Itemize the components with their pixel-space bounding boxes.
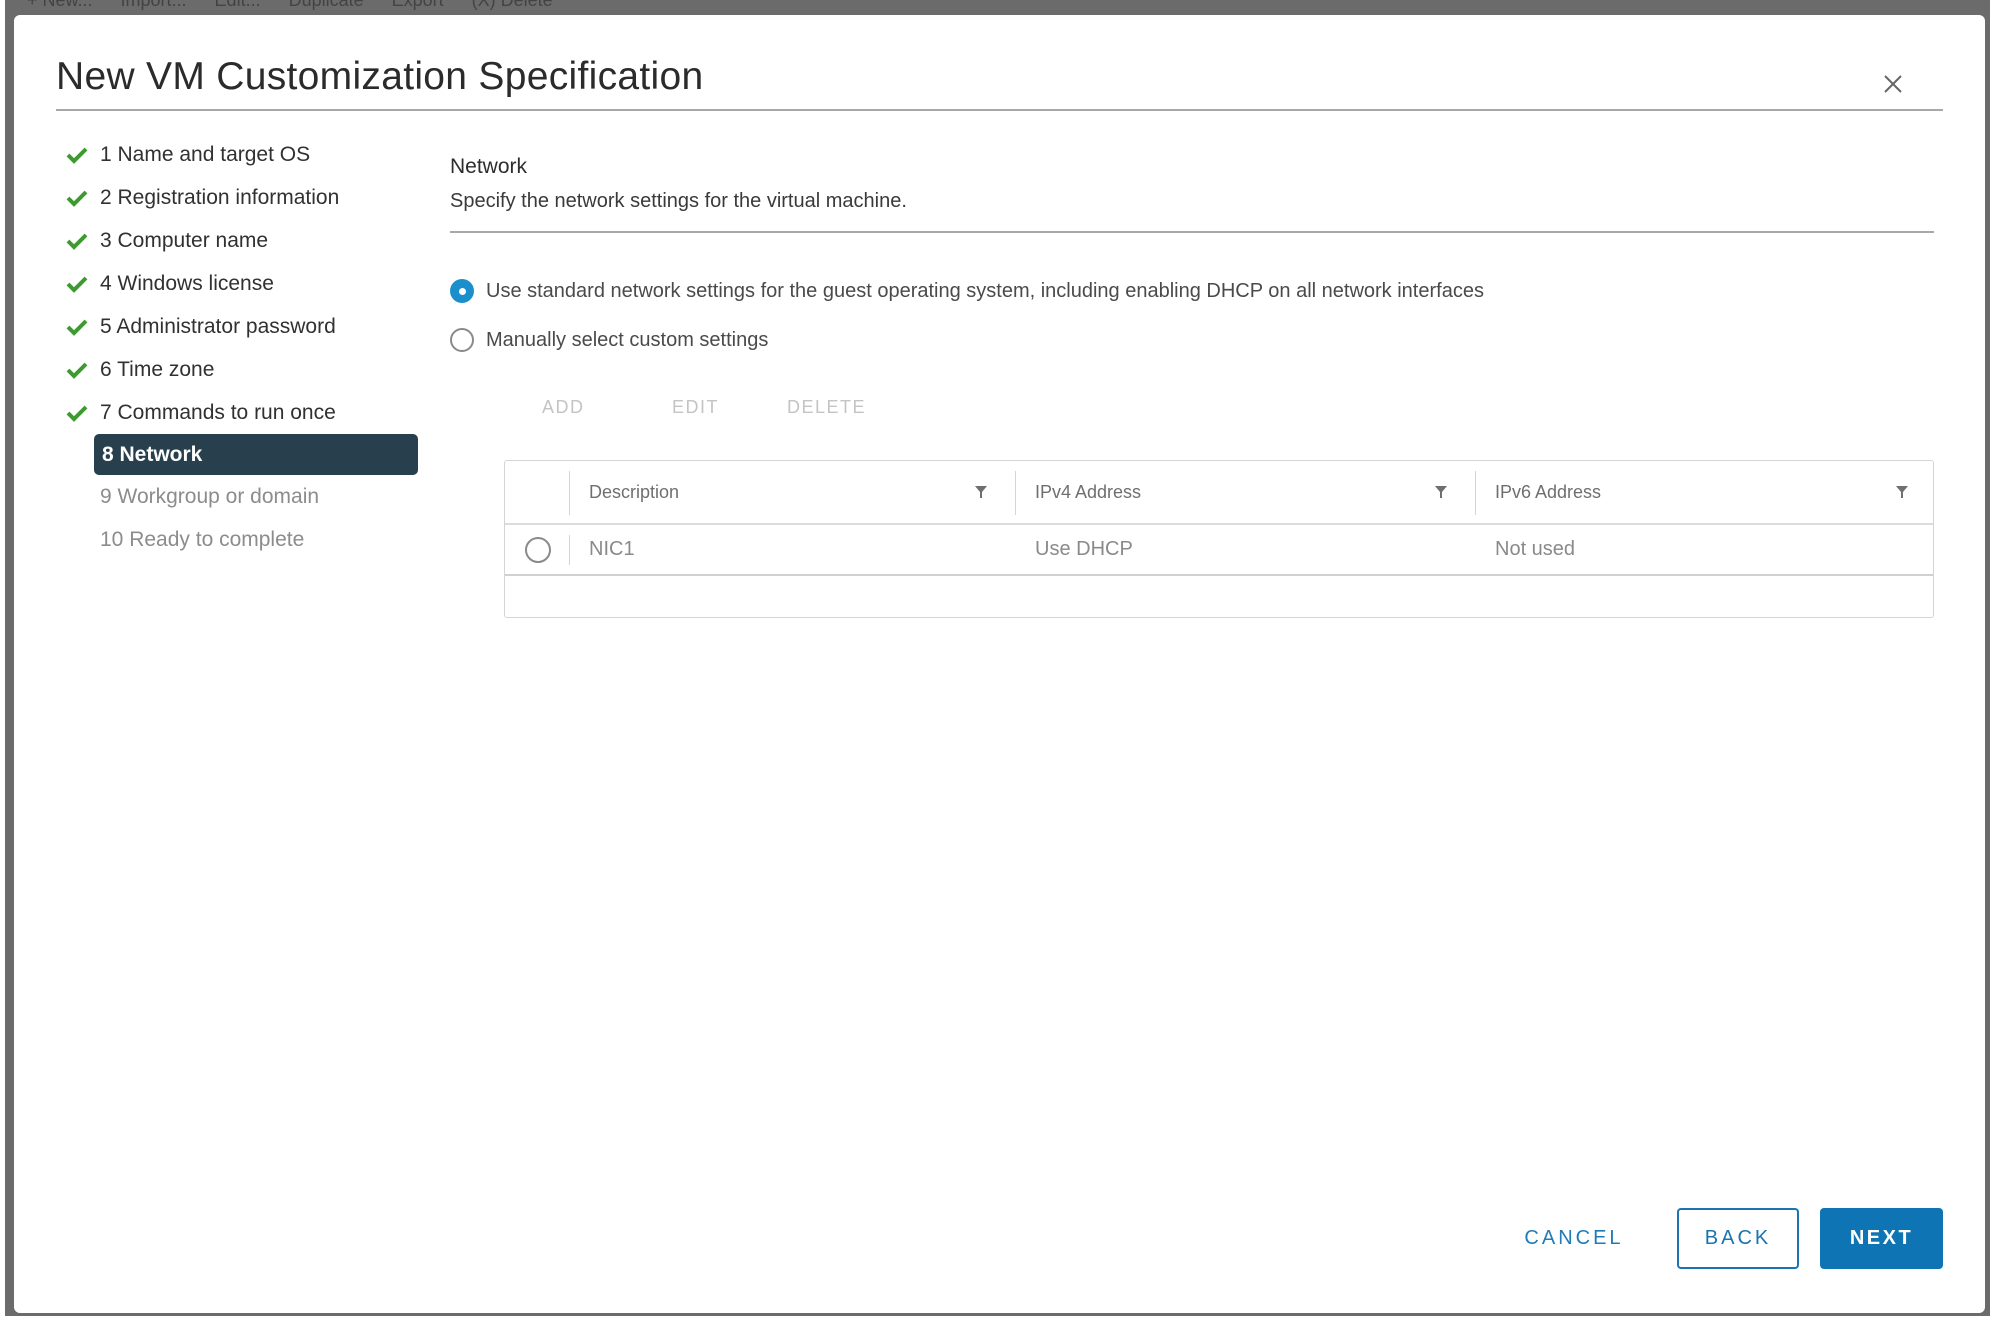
check-icon [66,189,100,207]
close-icon [1884,75,1902,93]
cell-description: NIC1 [589,538,635,560]
row-select[interactable] [525,525,565,574]
filter-icon[interactable] [974,485,988,499]
step-workgroup-or-domain: 9 Workgroup or domain [66,475,426,518]
wizard-steps: 1 Name and target OS 2 Registration info… [66,133,426,561]
step-time-zone[interactable]: 6 Time zone [66,348,426,391]
cell-ipv6: Not used [1495,538,1576,560]
grid-header: Description IPv4 Address IPv6 Address [505,461,1933,525]
page-title: Network [450,155,528,178]
background-toolbar: + New... Import... Edit... Duplicate Exp… [27,0,553,12]
radio-selected[interactable] [450,279,474,303]
step-label: 3 Computer name [100,228,269,252]
step-windows-license[interactable]: 4 Windows license [66,262,426,305]
dialog-title: New VM Customization Specification [56,55,704,98]
step-name-and-target-os[interactable]: 1 Name and target OS [66,133,426,176]
delete-button[interactable]: DELETE [787,397,866,418]
column-ipv6[interactable]: IPv6 Address [1475,461,1915,523]
next-button[interactable]: NEXT [1820,1208,1943,1269]
nic-actions: ADD EDIT DELETE [542,397,866,418]
page-subtitle: Specify the network settings for the vir… [450,190,907,212]
bg-import: Import... [120,0,187,10]
column-ipv4[interactable]: IPv4 Address [1015,461,1455,523]
filter-icon[interactable] [1895,485,1909,499]
back-button[interactable]: BACK [1677,1208,1799,1269]
add-button[interactable]: ADD [542,397,672,418]
check-icon [66,232,100,250]
close-button[interactable] [1880,71,1906,97]
step-label: 2 Registration information [100,185,340,209]
option-label: Use standard network settings for the gu… [486,279,1484,302]
step-label: 8 Network [102,442,203,466]
step-registration-information[interactable]: 2 Registration information [66,176,426,219]
bg-edit: Edit... [214,0,261,10]
title-divider [56,109,1943,111]
grid-footer [505,576,1933,618]
cell-ipv4: Use DHCP [1035,538,1133,560]
bg-duplicate: Duplicate [288,0,364,10]
check-icon [66,146,100,164]
filter-icon[interactable] [1434,485,1448,499]
step-label: 5 Administrator password [100,314,336,338]
option-custom-settings[interactable]: Manually select custom settings [450,328,768,352]
table-row[interactable]: NIC1 Use DHCP Not used [505,525,1933,576]
column-description[interactable]: Description [569,461,1009,523]
cancel-button[interactable]: CANCEL [1509,1208,1639,1269]
option-standard-settings[interactable]: Use standard network settings for the gu… [450,279,1484,303]
option-label: Manually select custom settings [486,328,769,351]
step-label: 7 Commands to run once [100,400,336,424]
bg-delete: (X) Delete [471,0,553,10]
check-icon [66,404,100,422]
check-icon [66,318,100,336]
step-commands-to-run-once[interactable]: 7 Commands to run once [66,391,426,434]
check-icon [66,361,100,379]
bg-new: + New... [27,0,93,10]
step-computer-name[interactable]: 3 Computer name [66,219,426,262]
check-icon [66,275,100,293]
content-divider [450,231,1934,233]
row-radio[interactable] [525,536,551,563]
step-network[interactable]: 8 Network [94,434,418,475]
edit-button[interactable]: EDIT [672,397,787,418]
radio-unselected[interactable] [450,328,474,352]
customization-spec-dialog: New VM Customization Specification 1 Nam… [14,15,1985,1313]
step-label: 4 Windows license [100,271,274,295]
step-label: 6 Time zone [100,357,215,381]
step-ready-to-complete: 10 Ready to complete [66,518,426,561]
step-label: 9 Workgroup or domain [100,484,320,508]
step-label: 10 Ready to complete [100,527,305,551]
bg-export: Export [391,0,444,10]
step-label: 1 Name and target OS [100,142,311,166]
nic-datagrid: Description IPv4 Address IPv6 Address NI… [504,460,1934,618]
step-administrator-password[interactable]: 5 Administrator password [66,305,426,348]
